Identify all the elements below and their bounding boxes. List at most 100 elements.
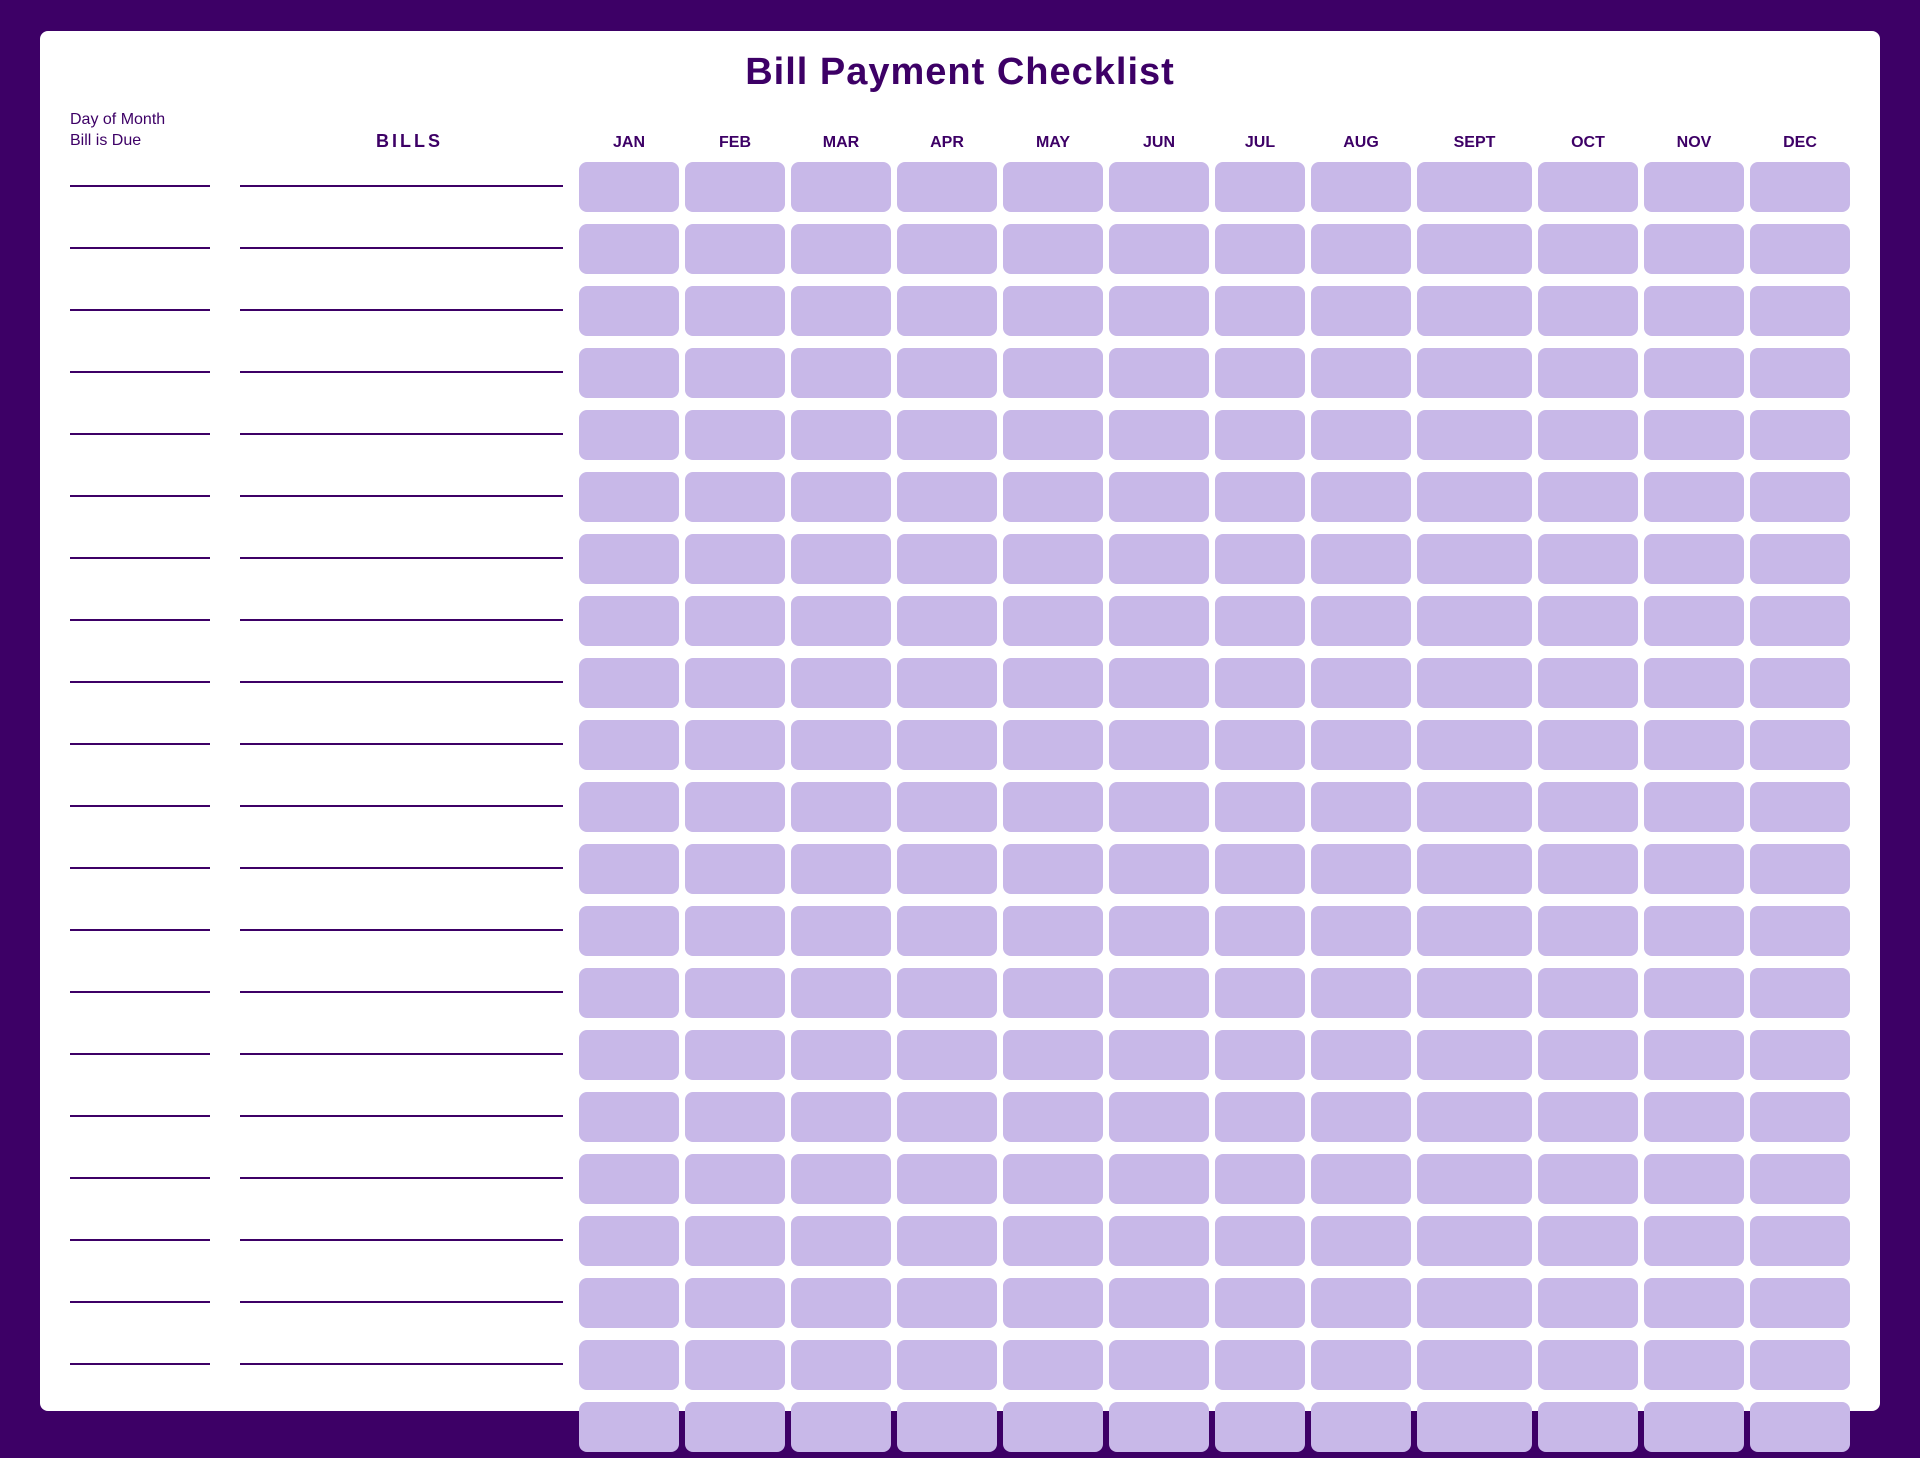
cell-jun[interactable] <box>1109 534 1209 584</box>
cell-dec[interactable] <box>1750 472 1850 522</box>
cell-mar[interactable] <box>791 1340 891 1390</box>
cell-feb[interactable] <box>685 1154 785 1204</box>
cell-nov[interactable] <box>1644 472 1744 522</box>
cell-oct[interactable] <box>1538 286 1638 336</box>
cell-jul[interactable] <box>1215 348 1305 398</box>
cell-may[interactable] <box>1003 1402 1103 1452</box>
cell-sept[interactable] <box>1417 1278 1532 1328</box>
day-input-line[interactable] <box>70 1177 210 1179</box>
table-row[interactable] <box>70 466 1850 528</box>
cell-jun[interactable] <box>1109 472 1209 522</box>
cell-nov[interactable] <box>1644 1340 1744 1390</box>
cell-jul[interactable] <box>1215 1030 1305 1080</box>
cell-dec[interactable] <box>1750 162 1850 212</box>
table-row[interactable] <box>70 900 1850 962</box>
cell-aug[interactable] <box>1311 720 1411 770</box>
table-row[interactable] <box>70 156 1850 218</box>
cell-jun[interactable] <box>1109 596 1209 646</box>
day-input-line[interactable] <box>70 433 210 435</box>
cell-mar[interactable] <box>791 1216 891 1266</box>
cell-apr[interactable] <box>897 286 997 336</box>
cell-jun[interactable] <box>1109 1278 1209 1328</box>
cell-may[interactable] <box>1003 1092 1103 1142</box>
cell-dec[interactable] <box>1750 1030 1850 1080</box>
cell-jun[interactable] <box>1109 782 1209 832</box>
cell-aug[interactable] <box>1311 968 1411 1018</box>
cell-aug[interactable] <box>1311 1340 1411 1390</box>
cell-sept[interactable] <box>1417 1216 1532 1266</box>
cell-sept[interactable] <box>1417 1030 1532 1080</box>
bill-input-line[interactable] <box>240 929 563 931</box>
cell-jan[interactable] <box>579 968 679 1018</box>
cell-feb[interactable] <box>685 1340 785 1390</box>
cell-aug[interactable] <box>1311 782 1411 832</box>
cell-aug[interactable] <box>1311 596 1411 646</box>
day-input-line[interactable] <box>70 929 210 931</box>
bill-input-line[interactable] <box>240 1177 563 1179</box>
cell-jan[interactable] <box>579 658 679 708</box>
cell-jan[interactable] <box>579 906 679 956</box>
cell-oct[interactable] <box>1538 1154 1638 1204</box>
cell-dec[interactable] <box>1750 286 1850 336</box>
cell-sept[interactable] <box>1417 348 1532 398</box>
day-input-line[interactable] <box>70 185 210 187</box>
table-row[interactable] <box>70 218 1850 280</box>
cell-nov[interactable] <box>1644 658 1744 708</box>
cell-nov[interactable] <box>1644 162 1744 212</box>
cell-apr[interactable] <box>897 782 997 832</box>
cell-apr[interactable] <box>897 844 997 894</box>
day-input-line[interactable] <box>70 619 210 621</box>
cell-jan[interactable] <box>579 1216 679 1266</box>
day-input-line[interactable] <box>70 867 210 869</box>
cell-sept[interactable] <box>1417 410 1532 460</box>
cell-nov[interactable] <box>1644 1154 1744 1204</box>
cell-dec[interactable] <box>1750 410 1850 460</box>
cell-dec[interactable] <box>1750 906 1850 956</box>
cell-sept[interactable] <box>1417 968 1532 1018</box>
cell-apr[interactable] <box>897 1402 997 1452</box>
cell-may[interactable] <box>1003 472 1103 522</box>
cell-aug[interactable] <box>1311 1216 1411 1266</box>
day-input-line[interactable] <box>70 991 210 993</box>
cell-apr[interactable] <box>897 596 997 646</box>
cell-sept[interactable] <box>1417 1402 1532 1452</box>
cell-feb[interactable] <box>685 658 785 708</box>
table-row[interactable] <box>70 1024 1850 1086</box>
cell-apr[interactable] <box>897 1154 997 1204</box>
cell-may[interactable] <box>1003 906 1103 956</box>
cell-sept[interactable] <box>1417 906 1532 956</box>
cell-jul[interactable] <box>1215 224 1305 274</box>
cell-jan[interactable] <box>579 534 679 584</box>
cell-may[interactable] <box>1003 658 1103 708</box>
cell-aug[interactable] <box>1311 1154 1411 1204</box>
cell-apr[interactable] <box>897 720 997 770</box>
cell-sept[interactable] <box>1417 286 1532 336</box>
cell-oct[interactable] <box>1538 968 1638 1018</box>
cell-dec[interactable] <box>1750 1278 1850 1328</box>
cell-dec[interactable] <box>1750 224 1850 274</box>
cell-aug[interactable] <box>1311 286 1411 336</box>
cell-jul[interactable] <box>1215 658 1305 708</box>
table-row[interactable] <box>70 1334 1850 1396</box>
cell-may[interactable] <box>1003 1340 1103 1390</box>
cell-jul[interactable] <box>1215 534 1305 584</box>
cell-feb[interactable] <box>685 348 785 398</box>
cell-jun[interactable] <box>1109 906 1209 956</box>
cell-feb[interactable] <box>685 224 785 274</box>
bill-input-line[interactable] <box>240 681 563 683</box>
table-row[interactable] <box>70 1086 1850 1148</box>
cell-mar[interactable] <box>791 1278 891 1328</box>
cell-apr[interactable] <box>897 968 997 1018</box>
table-row[interactable] <box>70 714 1850 776</box>
day-input-line[interactable] <box>70 371 210 373</box>
cell-jun[interactable] <box>1109 658 1209 708</box>
day-input-line[interactable] <box>70 743 210 745</box>
table-row[interactable] <box>70 528 1850 590</box>
bill-input-line[interactable] <box>240 1301 563 1303</box>
cell-oct[interactable] <box>1538 844 1638 894</box>
cell-mar[interactable] <box>791 286 891 336</box>
cell-jul[interactable] <box>1215 286 1305 336</box>
cell-mar[interactable] <box>791 720 891 770</box>
cell-aug[interactable] <box>1311 224 1411 274</box>
cell-feb[interactable] <box>685 968 785 1018</box>
